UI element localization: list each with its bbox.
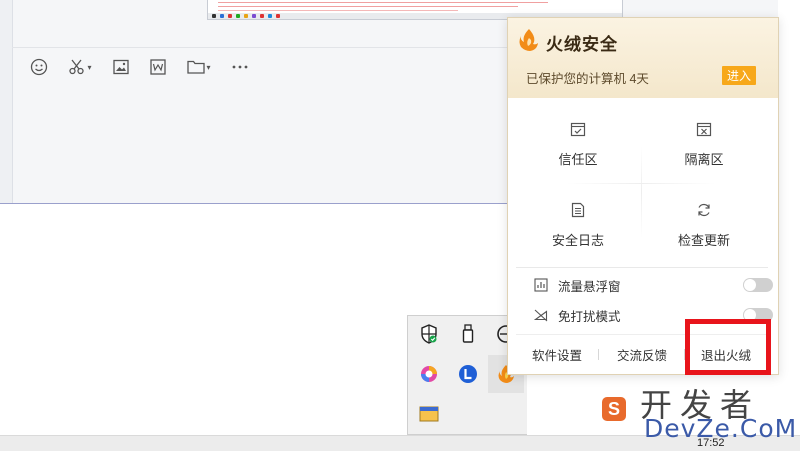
footer-separator bbox=[598, 349, 599, 360]
folder-icon[interactable]: ▾ bbox=[184, 56, 214, 78]
traffic-chart-icon bbox=[534, 278, 548, 292]
do-not-disturb-icon bbox=[534, 309, 548, 322]
quarantine-label: 隔离区 bbox=[684, 152, 724, 167]
l-app-icon[interactable] bbox=[456, 362, 480, 386]
feedback-link[interactable]: 交流反馈 bbox=[617, 345, 667, 364]
huorong-logo-icon bbox=[518, 28, 540, 52]
check-update-button[interactable]: 检查更新 bbox=[639, 202, 769, 262]
trust-zone-button[interactable]: 信任区 bbox=[513, 121, 643, 181]
quarantine-icon bbox=[696, 122, 712, 137]
protection-status: 已保护您的计算机 4天 bbox=[526, 72, 649, 86]
chat-left-strip bbox=[0, 0, 13, 203]
window-app-icon[interactable] bbox=[417, 402, 441, 426]
popup-title: 火绒安全 bbox=[546, 35, 618, 54]
defender-shield-icon[interactable] bbox=[417, 322, 441, 346]
security-log-icon bbox=[571, 202, 585, 218]
section-divider bbox=[516, 267, 768, 268]
more-icon[interactable] bbox=[229, 56, 251, 78]
traffic-float-window-label: 流量悬浮窗 bbox=[558, 279, 621, 294]
chat-toolbar: ▾ ▾ bbox=[28, 54, 266, 80]
quarantine-button[interactable]: 隔离区 bbox=[639, 121, 769, 181]
check-update-label: 检查更新 bbox=[677, 233, 730, 248]
chevron-down-icon: ▾ bbox=[206, 62, 211, 72]
highlight-box bbox=[685, 319, 771, 375]
image-icon[interactable] bbox=[110, 56, 132, 78]
app-swirl-icon[interactable] bbox=[417, 362, 441, 386]
software-settings-link[interactable]: 软件设置 bbox=[532, 345, 582, 364]
emoji-icon[interactable] bbox=[28, 56, 50, 78]
security-log-button[interactable]: 安全日志 bbox=[513, 202, 643, 262]
watermark-brand-en: DevZe.CoM bbox=[644, 414, 798, 443]
word-doc-icon[interactable] bbox=[147, 56, 169, 78]
traffic-float-window-toggle[interactable] bbox=[743, 278, 773, 292]
scissors-icon[interactable]: ▾ bbox=[65, 56, 95, 78]
usb-drive-icon[interactable] bbox=[456, 322, 480, 346]
security-log-label: 安全日志 bbox=[551, 233, 604, 248]
trust-zone-label: 信任区 bbox=[558, 152, 598, 167]
trust-zone-icon bbox=[570, 122, 586, 137]
do-not-disturb-label: 免打扰模式 bbox=[558, 309, 621, 324]
refresh-icon bbox=[698, 203, 710, 217]
chevron-down-icon: ▾ bbox=[87, 62, 92, 72]
watermark-logo-icon: S bbox=[602, 397, 626, 421]
traffic-float-window-row: 流量悬浮窗 bbox=[534, 275, 773, 295]
enter-button[interactable]: 进入 bbox=[722, 66, 756, 85]
